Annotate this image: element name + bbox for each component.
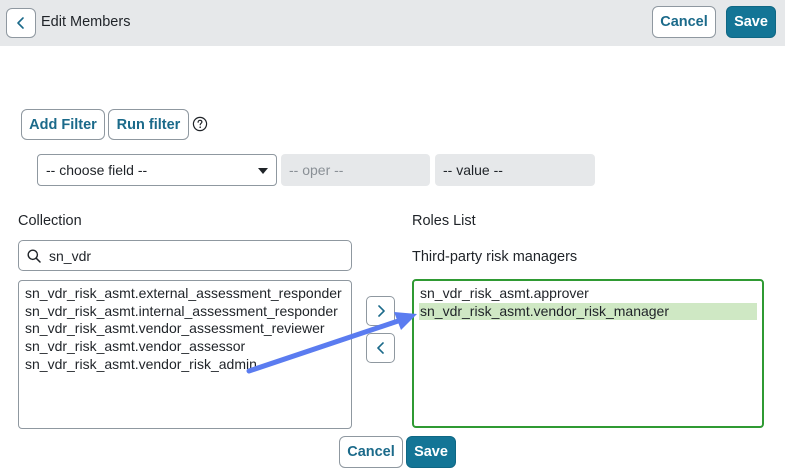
search-input[interactable] — [47, 245, 337, 267]
header-save-button[interactable]: Save — [726, 6, 776, 38]
roles-list[interactable]: sn_vdr_risk_asmt.approver sn_vdr_risk_as… — [412, 279, 764, 428]
list-item[interactable]: sn_vdr_risk_asmt.vendor_risk_admin — [25, 356, 345, 374]
remove-from-roles-button[interactable] — [366, 333, 395, 363]
question-circle-icon[interactable] — [192, 116, 208, 132]
chevron-right-icon — [377, 305, 385, 317]
roles-list-label: Roles List — [412, 213, 476, 229]
chevron-left-icon — [17, 17, 24, 29]
field-select-value: -- choose field -- — [46, 162, 148, 178]
run-filter-button[interactable]: Run filter — [108, 109, 189, 140]
operator-select: -- oper -- — [281, 154, 430, 186]
roles-group-title: Third-party risk managers — [412, 249, 578, 265]
back-button[interactable] — [6, 8, 36, 38]
collection-search[interactable] — [18, 240, 352, 271]
list-item[interactable]: sn_vdr_risk_asmt.internal_assessment_res… — [25, 303, 345, 321]
list-item[interactable]: sn_vdr_risk_asmt.vendor_assessor — [25, 338, 345, 356]
chevron-left-icon — [376, 342, 384, 354]
footer-cancel-button[interactable]: Cancel — [339, 436, 403, 468]
value-field: -- value -- — [435, 154, 595, 186]
add-to-roles-button[interactable] — [366, 296, 395, 326]
collection-list[interactable]: sn_vdr_risk_asmt.external_assessment_res… — [18, 280, 352, 429]
caret-down-icon — [258, 168, 268, 174]
list-item[interactable]: sn_vdr_risk_asmt.vendor_assessment_revie… — [25, 320, 345, 338]
header-bar: Edit Members Cancel Save — [0, 0, 785, 46]
header-cancel-button[interactable]: Cancel — [652, 6, 716, 38]
add-filter-button[interactable]: Add Filter — [21, 109, 105, 140]
list-item-selected[interactable]: sn_vdr_risk_asmt.vendor_risk_manager — [419, 302, 757, 321]
search-icon — [27, 249, 41, 263]
collection-label: Collection — [18, 213, 82, 229]
list-item[interactable]: sn_vdr_risk_asmt.approver — [419, 285, 757, 303]
page-title: Edit Members — [41, 14, 131, 30]
field-select[interactable]: -- choose field -- — [37, 154, 277, 186]
list-item[interactable]: sn_vdr_risk_asmt.external_assessment_res… — [25, 285, 345, 303]
footer-save-button[interactable]: Save — [406, 436, 456, 468]
